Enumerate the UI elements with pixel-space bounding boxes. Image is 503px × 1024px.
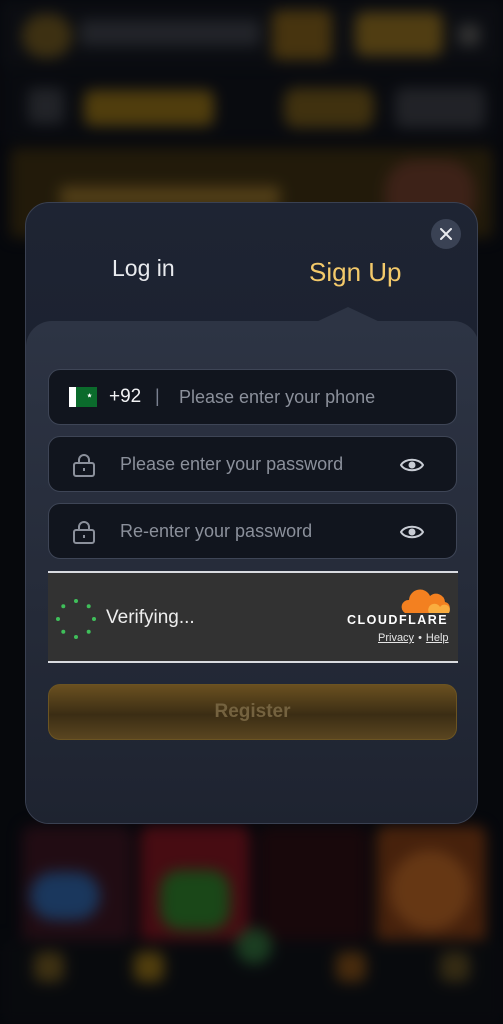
close-button[interactable] <box>431 219 461 249</box>
link-separator: • <box>418 632 422 644</box>
register-button[interactable]: Register <box>48 684 457 740</box>
captcha-links: Privacy • Help <box>378 632 449 644</box>
tab-login[interactable]: Log in <box>112 255 175 282</box>
confirm-password-field[interactable]: Re-enter your password <box>48 503 457 559</box>
password-field[interactable]: Please enter your password <box>48 436 457 492</box>
close-icon <box>440 228 452 240</box>
spinner-icon <box>56 599 96 639</box>
privacy-link[interactable]: Privacy <box>378 632 414 644</box>
lock-icon <box>73 454 95 477</box>
eye-icon[interactable] <box>400 522 424 542</box>
lock-icon <box>73 521 95 544</box>
country-code[interactable]: +92 <box>109 386 141 408</box>
cloudflare-cloud-icon <box>401 589 450 613</box>
confirm-password-input-placeholder[interactable]: Re-enter your password <box>120 521 312 542</box>
pakistan-flag-icon[interactable] <box>69 387 97 407</box>
tab-signup[interactable]: Sign Up <box>309 257 402 288</box>
cloudflare-captcha[interactable]: Verifying... CLOUDFLARE Privacy • Help <box>48 571 458 663</box>
captcha-status: Verifying... <box>106 607 195 628</box>
phone-input-placeholder[interactable]: Please enter your phone <box>179 387 375 408</box>
eye-icon[interactable] <box>400 455 424 475</box>
auth-modal: Log in Sign Up +92 | Please enter your p… <box>25 202 478 824</box>
help-link[interactable]: Help <box>426 632 449 644</box>
cloudflare-brand: CLOUDFLARE <box>347 613 449 627</box>
phone-field[interactable]: +92 | Please enter your phone <box>48 369 457 425</box>
password-input-placeholder[interactable]: Please enter your password <box>120 454 343 475</box>
field-separator: | <box>155 386 160 406</box>
